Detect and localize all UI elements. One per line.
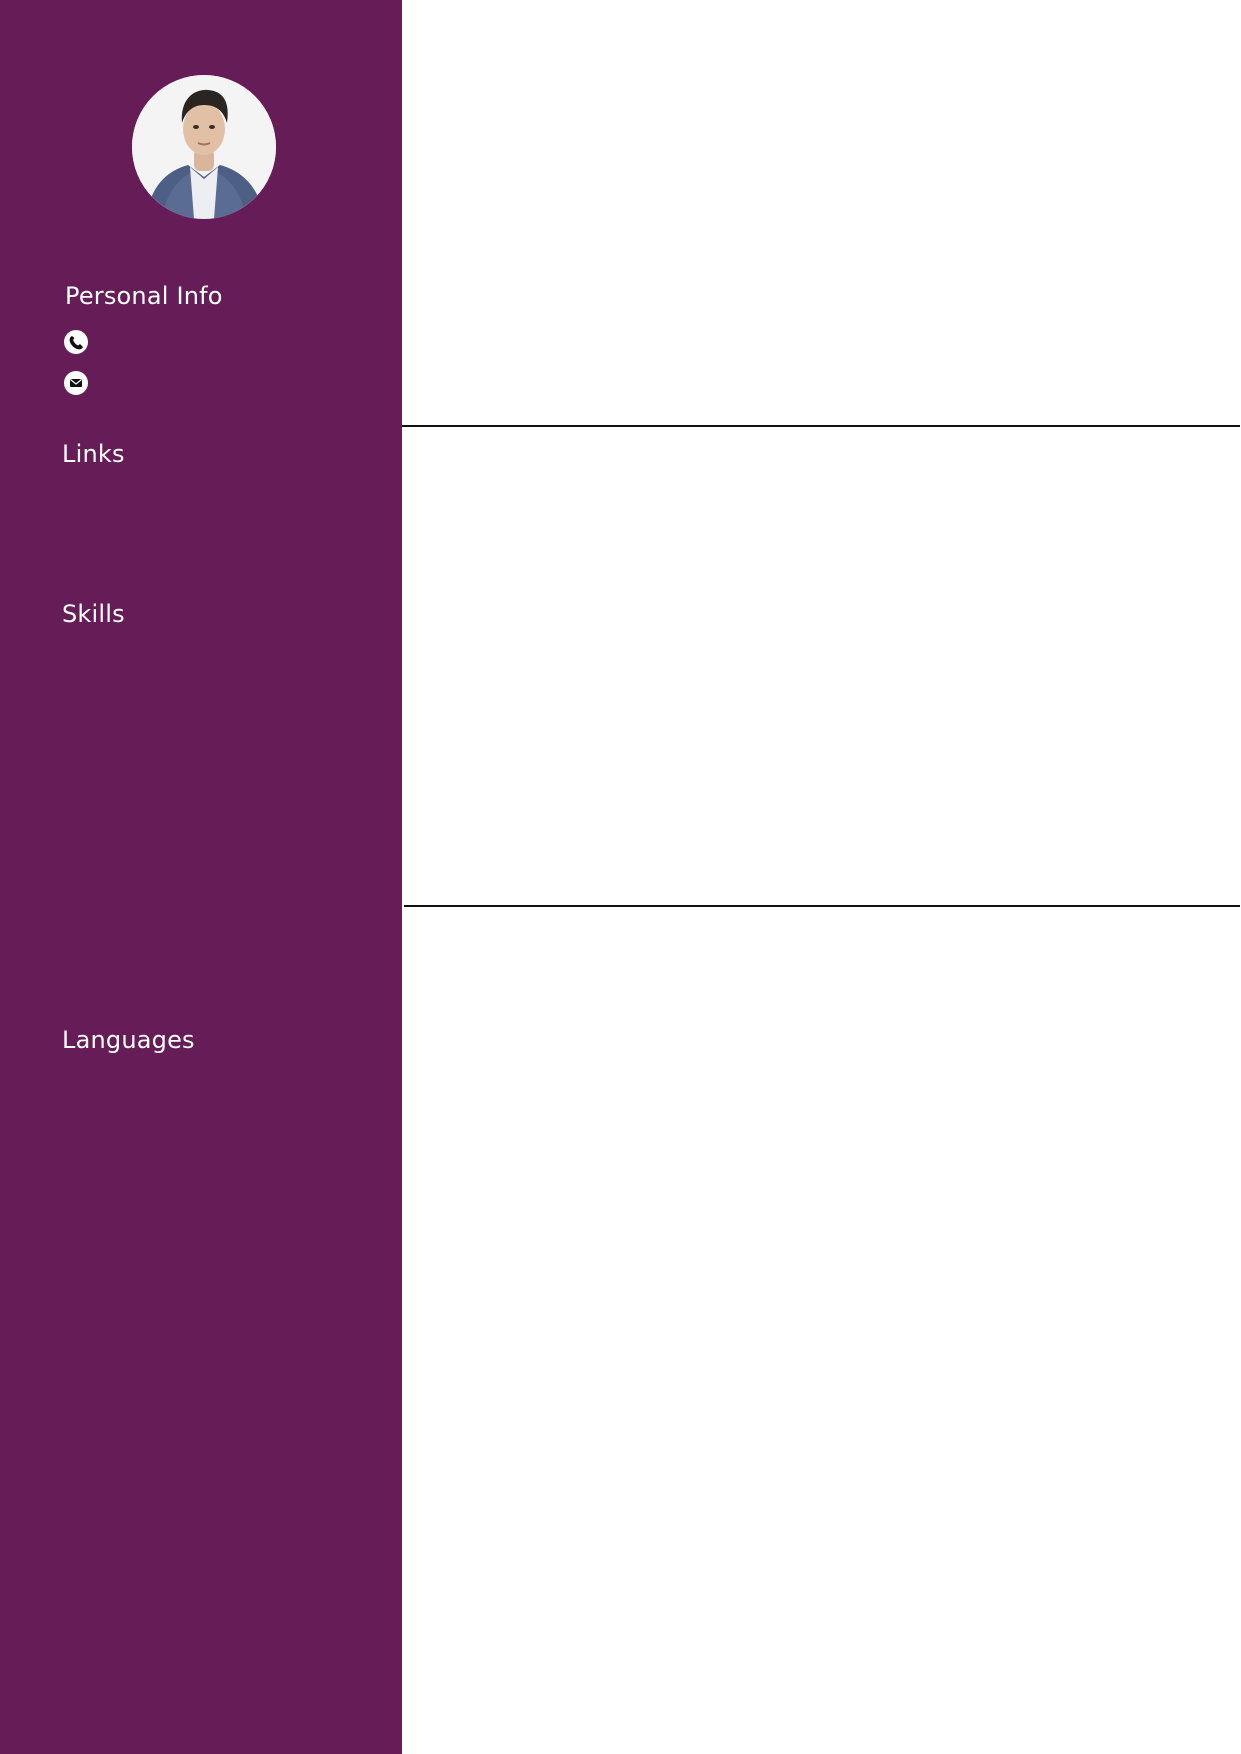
- person-portrait-icon: [132, 75, 276, 219]
- mail-icon: [63, 370, 89, 396]
- profile-photo: [132, 75, 276, 219]
- phone-icon: [63, 329, 89, 355]
- sidebar: Personal Info Links Skills Languages: [0, 0, 402, 1754]
- skills-heading: Skills: [62, 600, 125, 628]
- languages-heading: Languages: [62, 1026, 195, 1054]
- personal-info-heading: Personal Info: [65, 282, 223, 310]
- resume-page: Personal Info Links Skills Languages: [0, 0, 1241, 1754]
- section-divider: [402, 425, 1240, 427]
- links-heading: Links: [62, 440, 125, 468]
- section-divider: [404, 905, 1240, 907]
